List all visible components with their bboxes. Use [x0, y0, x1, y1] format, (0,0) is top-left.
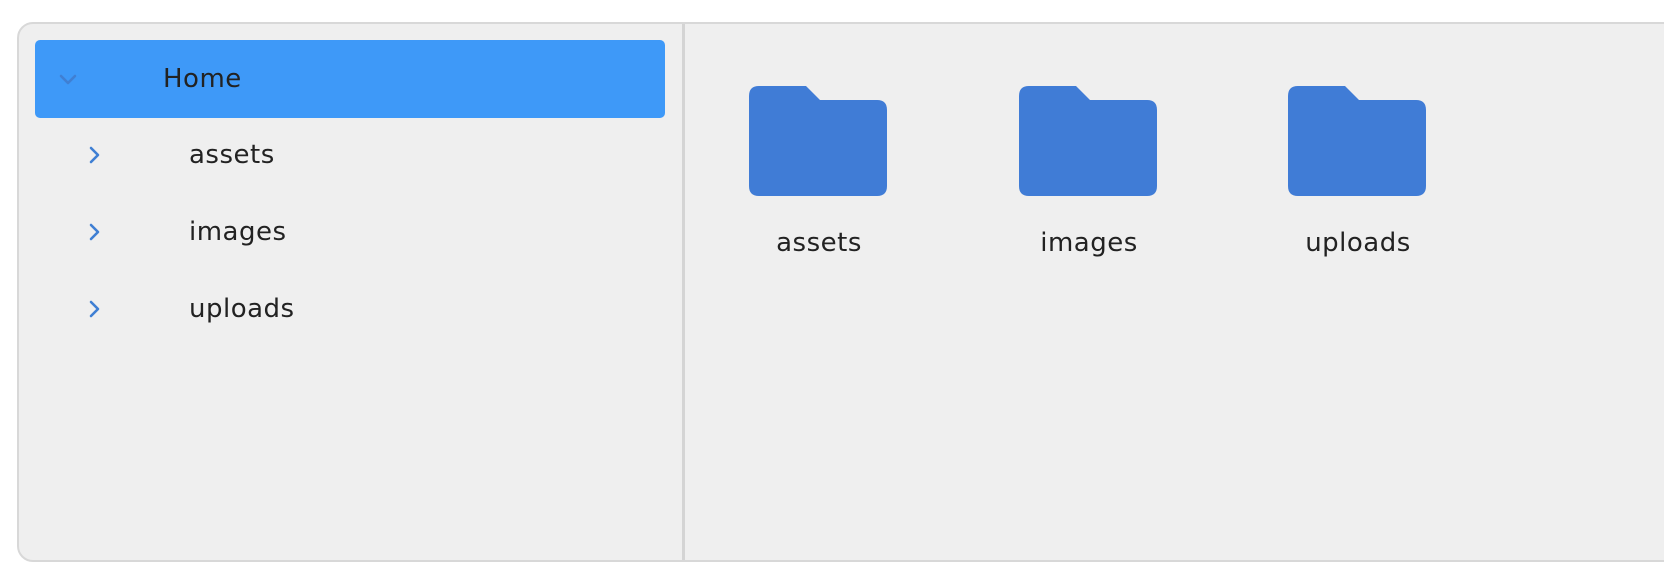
tree-item-assets[interactable]: assets [35, 116, 665, 194]
folder-tile-assets[interactable]: assets [719, 80, 919, 280]
file-browser-window: Home assets images uploads assets images… [17, 22, 1664, 562]
folder-tile-uploads[interactable]: uploads [1258, 80, 1458, 280]
folder-icon [1019, 86, 1157, 196]
folder-icon [749, 86, 887, 196]
tree-item-label: images [189, 217, 287, 247]
folder-tile-images[interactable]: images [989, 80, 1189, 280]
folder-label: images [1040, 228, 1138, 258]
tree-item-label: uploads [189, 294, 295, 324]
tree-item-label: assets [189, 140, 275, 170]
folder-icon [1288, 86, 1426, 196]
folder-tree: Home assets images uploads [19, 24, 683, 560]
folder-label: assets [776, 228, 862, 258]
tree-item-home[interactable]: Home [35, 40, 665, 118]
tree-item-uploads[interactable]: uploads [35, 270, 665, 348]
tree-item-images[interactable]: images [35, 193, 665, 271]
chevron-right-icon[interactable] [81, 296, 107, 322]
folder-label: uploads [1305, 228, 1411, 258]
chevron-right-icon[interactable] [81, 142, 107, 168]
chevron-down-icon[interactable] [55, 66, 81, 92]
chevron-right-icon[interactable] [81, 219, 107, 245]
tree-item-label: Home [163, 64, 242, 94]
folder-contents: assets images uploads [685, 24, 1664, 560]
